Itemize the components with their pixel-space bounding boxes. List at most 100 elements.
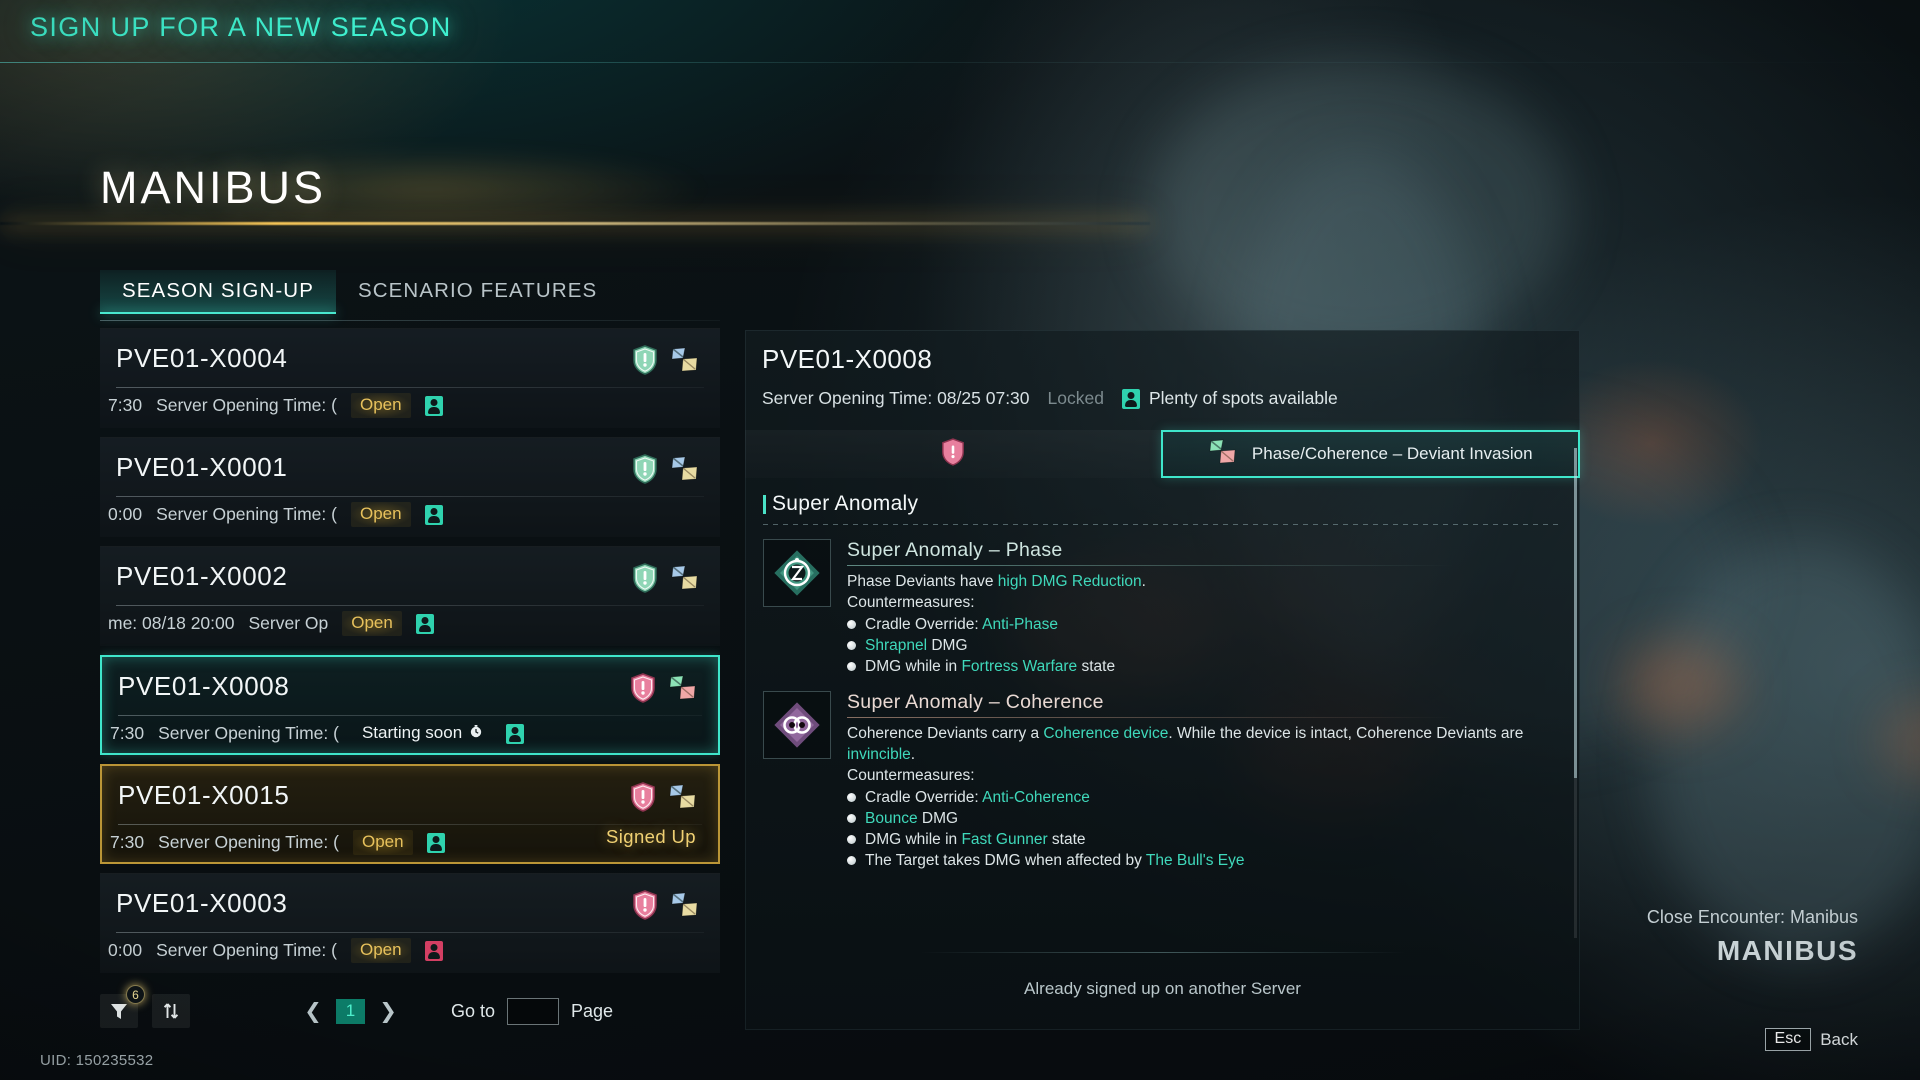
main-tabs: SEASON SIGN-UP SCENARIO FEATURES (100, 270, 619, 314)
countermeasure-text: state (1047, 831, 1086, 848)
goto-page-input[interactable] (507, 997, 560, 1025)
capacity-icon (424, 504, 443, 525)
server-list-item[interactable]: PVE01-X0001 0:00 Server Opening Time: (Ope… (100, 437, 720, 537)
filter-count-badge: 6 (126, 985, 145, 1004)
countermeasures-list: Cradle Override: Anti-Phase Shrapnel DMG D… (847, 614, 1562, 678)
countermeasure-item: Bounce DMG (847, 808, 1562, 829)
countermeasure-text: Cradle Override: (865, 788, 983, 806)
blue-yellow-flags-icon (671, 456, 698, 481)
server-time-fragment: 7:30 (108, 395, 143, 415)
anomaly-body: Super Anomaly – Phase Phase Deviants have… (847, 539, 1562, 677)
countermeasure-item: Cradle Override: Anti-Phase (847, 614, 1562, 635)
mode-tab-deviant-invasion[interactable]: Phase/Coherence – Deviant Invasion (1160, 430, 1580, 478)
capacity-icon (426, 832, 445, 853)
encounter-subtitle: Close Encounter: Manibus (1646, 907, 1858, 927)
row-icons (632, 454, 700, 484)
capacity-icon (424, 395, 443, 416)
server-time-fragment: 7:30 (110, 832, 145, 852)
detail-scrollbar[interactable] (1574, 448, 1577, 938)
status-badge: Open (342, 611, 402, 636)
row-icons (630, 782, 698, 812)
anomaly-icon-frame (763, 539, 831, 607)
filter-button[interactable]: 6 (100, 985, 145, 1028)
anomaly-desc-text: . While the device is intact, Coherence … (1168, 725, 1524, 743)
row-icons (632, 345, 700, 375)
row-divider (116, 932, 704, 933)
capacity-icon (424, 940, 443, 961)
server-list-item[interactable]: PVE01-X0002 me: 08/18 20:00 Server Op Open (100, 546, 720, 646)
server-opening-time-label: Server Opening Time: ( (156, 504, 337, 524)
mode-tab-label: Phase/Coherence – Deviant Invasion (1251, 444, 1533, 464)
server-meta: 0:00 Server Opening Time: ( Open (108, 938, 443, 963)
countermeasure-text: DMG (927, 636, 968, 654)
detail-footer: Already signed up on another Server (745, 952, 1580, 1030)
countermeasures-label: Countermeasures: (847, 766, 975, 784)
sort-button[interactable] (152, 994, 190, 1028)
server-list-item[interactable]: PVE01-X0004 7:30 Server Opening Time: (Ope… (100, 328, 720, 428)
countermeasure-item: The Target takes DMG when affected by Th… (847, 850, 1562, 871)
capacity-icon (506, 723, 525, 744)
status-badge: Open (352, 830, 413, 855)
back-label: Back (1820, 1029, 1858, 1049)
countermeasure-text: DMG while in (865, 831, 962, 848)
row-icons (632, 890, 700, 920)
tab-label: SEASON SIGN-UP (122, 279, 314, 302)
status-badge-label: Open (361, 832, 404, 851)
server-opening-time-label: Server Opening Time: ( (156, 940, 337, 960)
blue-yellow-flags-icon (671, 565, 698, 590)
countermeasure-highlight: Shrapnel (865, 636, 928, 654)
tab-scenario-features[interactable]: SCENARIO FEATURES (336, 270, 619, 314)
next-page-button[interactable]: ❯ (377, 999, 399, 1024)
page-word-label: Page (571, 1000, 614, 1021)
server-meta: 0:00 Server Opening Time: (Open (108, 502, 443, 527)
detail-spots: Plenty of spots available (1121, 388, 1338, 409)
countermeasure-item: DMG while in Fast Gunner state (847, 829, 1562, 850)
row-icons (632, 563, 700, 593)
anomaly-desc-text: Phase Deviants have (847, 573, 998, 590)
clock-icon (469, 723, 483, 743)
server-time-fragment: 0:00 (108, 504, 143, 524)
countermeasure-item: Cradle Override: Anti-Coherence (847, 787, 1562, 808)
server-list-item[interactable]: PVE01-X0008 7:30 Server Opening Time: (Sta… (100, 655, 720, 755)
server-list-item[interactable]: PVE01-X0003 0:00 Server Opening Time: (Ope… (100, 873, 720, 973)
row-icons (630, 673, 698, 703)
phase-diamond-icon (774, 550, 820, 596)
detail-server-name: PVE01-X0008 (762, 344, 933, 374)
detail-header: PVE01-X0008 Server Opening Time: 08/25 0… (745, 330, 1580, 428)
mode-tab-difficulty[interactable] (745, 430, 1161, 478)
pink-shield-icon (631, 673, 655, 703)
server-opening-time-label: Server Opening Time: ( (156, 395, 337, 415)
capacity-icon (1121, 388, 1140, 409)
server-time-fragment: 7:30 (110, 723, 145, 743)
countermeasures-list: Cradle Override: Anti-Coherence Bounce DM… (847, 787, 1562, 872)
back-control[interactable]: Esc Back (1764, 1028, 1858, 1051)
server-opening-time-label: Server Opening Time: ( (158, 723, 339, 743)
status-badge-label: Open (359, 395, 402, 414)
mode-tabs: Phase/Coherence – Deviant Invasion (745, 430, 1580, 478)
row-divider (116, 387, 704, 388)
row-divider (118, 715, 702, 716)
uid-label: UID: 150235532 (40, 1052, 154, 1069)
goto-page-group: Go to Page (451, 997, 614, 1025)
row-divider (116, 605, 704, 606)
detail-meta-row: Server Opening Time: 08/25 07:30 Locked … (762, 388, 1338, 409)
server-list-item[interactable]: PVE01-X0015 7:30 Server Opening Time: (Ope… (100, 764, 720, 864)
status-badge: Starting soon (353, 721, 492, 746)
tab-season-signup[interactable]: SEASON SIGN-UP (100, 270, 336, 314)
green-shield-icon (633, 454, 657, 484)
esc-key-hint: Esc (1764, 1028, 1812, 1051)
title-underline-glow (0, 222, 1150, 225)
server-detail-panel: PVE01-X0008 Server Opening Time: 08/25 0… (745, 330, 1580, 1030)
server-meta: 7:30 Server Opening Time: (Open (110, 830, 445, 855)
anomaly-description: Coherence Deviants carry a Coherence dev… (847, 724, 1562, 765)
tab-label: SCENARIO FEATURES (357, 279, 598, 302)
server-time-fragment: me: 08/18 20:00 (108, 613, 235, 633)
anomaly-desc-highlight: high DMG Reduction (997, 573, 1142, 590)
page-number-1[interactable]: 1 (336, 998, 365, 1024)
countermeasure-text: Cradle Override: (865, 615, 983, 633)
server-list[interactable]: PVE01-X0004 7:30 Server Opening Time: (Ope… (100, 328, 720, 978)
green-shield-icon (633, 563, 657, 593)
server-time-fragment: 0:00 (108, 940, 143, 960)
status-badge: Open (350, 938, 411, 963)
prev-page-button[interactable]: ❮ (302, 999, 324, 1024)
